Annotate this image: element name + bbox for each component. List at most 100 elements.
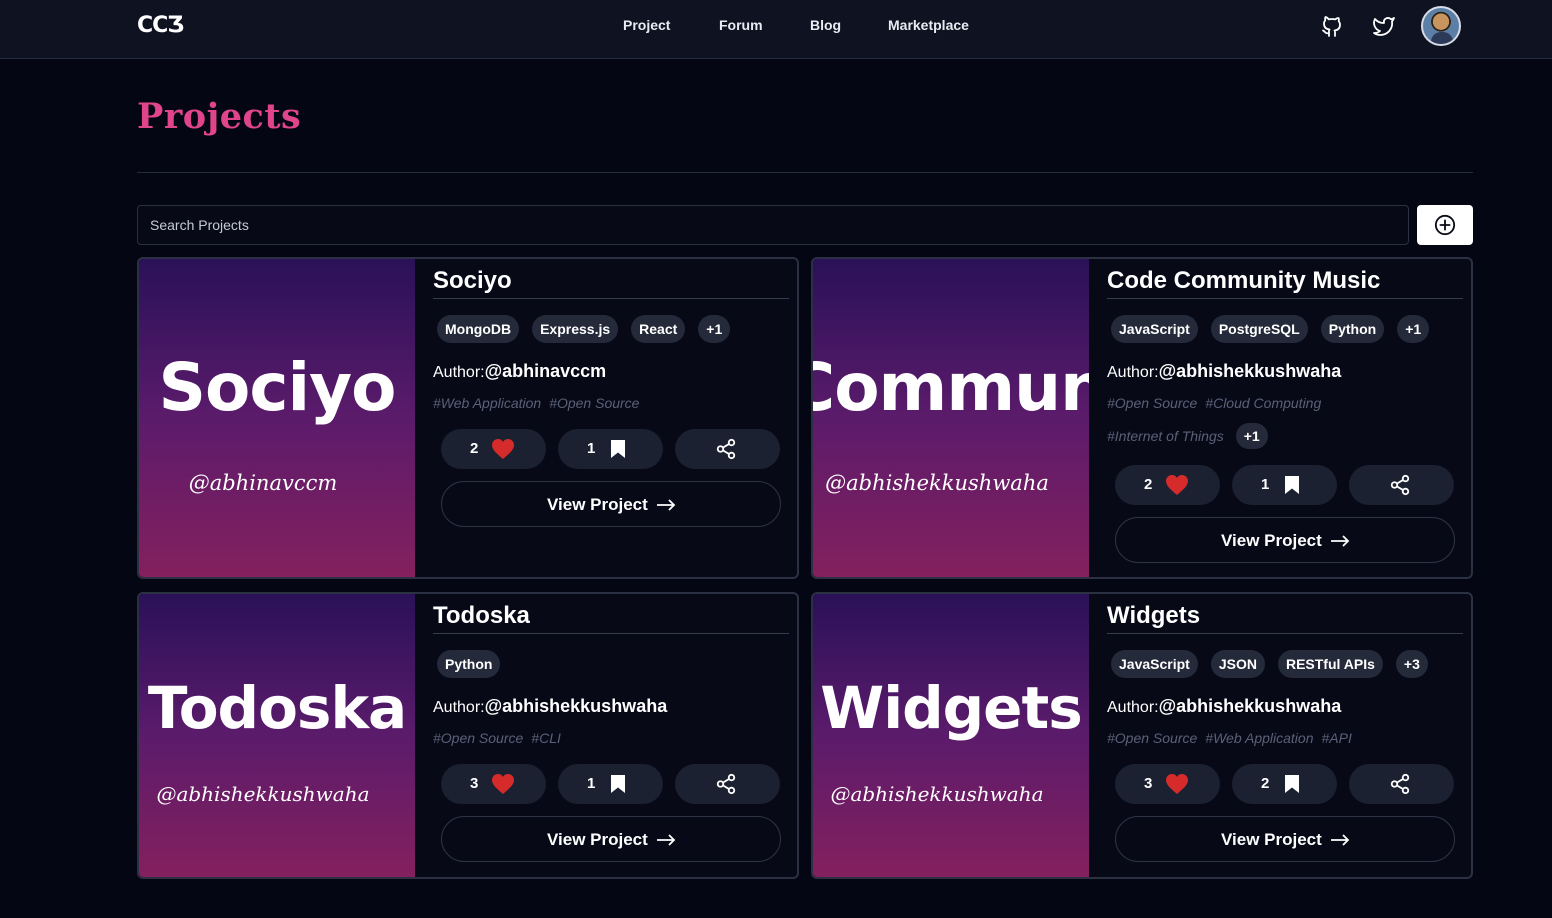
- bookmark-count: 2: [1261, 775, 1270, 792]
- tech-tag[interactable]: React: [631, 315, 686, 343]
- bookmark-count: 1: [1261, 476, 1270, 493]
- project-thumbnail[interactable]: Sociyo @abhinavccm: [139, 259, 415, 577]
- user-avatar[interactable]: [1421, 6, 1461, 46]
- project-info: Sociyo MongoDB Express.js React +1 Author:@…: [433, 259, 789, 577]
- like-count: 2: [1144, 476, 1153, 493]
- like-button[interactable]: 3: [1115, 764, 1220, 804]
- author-line: Author:@abhishekkushwaha: [1107, 696, 1341, 717]
- bookmark-count: 1: [587, 440, 596, 457]
- thumbnail-handle: @abhishekkushwaha: [156, 782, 370, 806]
- hashtag[interactable]: #Open Source: [1107, 395, 1197, 411]
- more-tags-badge[interactable]: +3: [1395, 650, 1428, 678]
- tech-tag[interactable]: Express.js: [532, 315, 619, 343]
- twitter-icon[interactable]: [1372, 14, 1396, 38]
- thumbnail-title: Code Community Music: [813, 349, 1089, 426]
- tech-tag[interactable]: JavaScript: [1111, 315, 1198, 343]
- more-tags-badge[interactable]: +1: [1397, 315, 1430, 343]
- author-handle[interactable]: @abhinavccm: [485, 361, 607, 381]
- hashtag[interactable]: #Open Source: [549, 395, 639, 411]
- tech-tag[interactable]: PostgreSQL: [1210, 315, 1308, 343]
- like-button[interactable]: 2: [441, 429, 546, 469]
- arrow-right-icon: [657, 499, 676, 511]
- view-project-button[interactable]: View Project: [1115, 517, 1455, 563]
- project-thumbnail[interactable]: Code Community Music @abhishekkushwaha: [813, 259, 1089, 577]
- author-line: Author:@abhinavccm: [433, 361, 606, 382]
- hashtag[interactable]: #Open Source: [1107, 730, 1197, 746]
- tech-tag[interactable]: Python: [1320, 315, 1385, 343]
- hashtag[interactable]: #Cloud Computing: [1205, 395, 1321, 411]
- author-label: Author:: [1107, 364, 1159, 381]
- hashtag[interactable]: #Internet of Things: [1107, 428, 1224, 444]
- view-project-button[interactable]: View Project: [441, 481, 781, 527]
- arrow-right-icon: [657, 834, 676, 846]
- share-button[interactable]: [1349, 764, 1454, 804]
- bookmark-icon: [1285, 775, 1299, 793]
- hashtag[interactable]: #Open Source: [433, 730, 523, 746]
- hashtags: #Open Source #CLI: [433, 730, 569, 746]
- arrow-right-icon: [1331, 834, 1350, 846]
- view-project-label: View Project: [1221, 531, 1322, 550]
- view-project-label: View Project: [547, 495, 648, 514]
- project-thumbnail[interactable]: Widgets @abhishekkushwaha: [813, 594, 1089, 877]
- thumbnail-title: Widgets: [820, 674, 1082, 742]
- tech-tags: MongoDB Express.js React +1: [437, 315, 743, 345]
- like-count: 3: [1144, 775, 1153, 792]
- tech-tag[interactable]: JavaScript: [1111, 650, 1198, 678]
- hashtag[interactable]: #Web Application: [1205, 730, 1313, 746]
- share-button[interactable]: [675, 764, 780, 804]
- bookmark-button[interactable]: 1: [558, 764, 663, 804]
- project-info: Widgets JavaScript JSON RESTful APIs +3 Aut…: [1107, 594, 1463, 877]
- thumbnail-handle: @abhishekkushwaha: [825, 471, 1049, 495]
- tech-tag[interactable]: JSON: [1210, 650, 1265, 678]
- project-title[interactable]: Todoska: [433, 602, 789, 634]
- tech-tag[interactable]: MongoDB: [437, 315, 520, 343]
- action-bar: 2 1: [441, 429, 781, 469]
- nav-link-project[interactable]: Project: [623, 17, 670, 33]
- project-title[interactable]: Widgets: [1107, 602, 1463, 634]
- author-handle[interactable]: @abhishekkushwaha: [1159, 361, 1342, 381]
- project-title[interactable]: Code Community Music: [1107, 267, 1463, 299]
- nav-link-marketplace[interactable]: Marketplace: [888, 17, 969, 33]
- share-button[interactable]: [1349, 465, 1454, 505]
- project-thumbnail[interactable]: Todoska @abhishekkushwaha: [139, 594, 415, 877]
- bookmark-button[interactable]: 1: [1232, 465, 1337, 505]
- page-title: Projects: [137, 96, 302, 137]
- author-label: Author:: [433, 699, 485, 716]
- tech-tag[interactable]: RESTful APIs: [1277, 650, 1383, 678]
- hashtags: #Open Source #Cloud Computing: [1107, 395, 1329, 411]
- hashtags: #Web Application #Open Source: [433, 395, 647, 411]
- more-hashtags-badge[interactable]: +1: [1235, 423, 1268, 449]
- view-project-label: View Project: [547, 830, 648, 849]
- like-button[interactable]: 2: [1115, 465, 1220, 505]
- hashtag[interactable]: #CLI: [531, 730, 561, 746]
- bookmark-button[interactable]: 2: [1232, 764, 1337, 804]
- more-tags-badge[interactable]: +1: [698, 315, 731, 343]
- hashtags: #Open Source #Web Application #API: [1107, 730, 1360, 746]
- action-bar: 2 1: [1115, 465, 1455, 505]
- like-button[interactable]: 3: [441, 764, 546, 804]
- thumbnail-title: Todoska: [147, 674, 407, 742]
- author-handle[interactable]: @abhishekkushwaha: [1159, 696, 1342, 716]
- share-icon: [716, 773, 736, 795]
- heart-icon: [1166, 774, 1188, 794]
- view-project-button[interactable]: View Project: [441, 816, 781, 862]
- nav-link-forum[interactable]: Forum: [719, 17, 763, 33]
- author-handle[interactable]: @abhishekkushwaha: [485, 696, 668, 716]
- bookmark-button[interactable]: 1: [558, 429, 663, 469]
- tech-tags: JavaScript JSON RESTful APIs +3: [1111, 650, 1441, 680]
- github-icon[interactable]: [1320, 14, 1344, 38]
- project-card: Sociyo @abhinavccm Sociyo MongoDB Express…: [137, 257, 799, 579]
- project-title[interactable]: Sociyo: [433, 267, 789, 299]
- tech-tag[interactable]: Python: [437, 650, 501, 678]
- heart-icon: [492, 774, 514, 794]
- thumbnail-handle: @abhishekkushwaha: [830, 782, 1044, 806]
- hashtag[interactable]: #API: [1321, 730, 1351, 746]
- add-project-button[interactable]: [1417, 205, 1473, 245]
- view-project-button[interactable]: View Project: [1115, 816, 1455, 862]
- search-input[interactable]: [137, 205, 1409, 245]
- hashtag[interactable]: #Web Application: [433, 395, 541, 411]
- share-button[interactable]: [675, 429, 780, 469]
- top-navbar: CCƷ Project Forum Blog Marketplace: [0, 0, 1552, 59]
- nav-link-blog[interactable]: Blog: [810, 17, 841, 33]
- like-count: 3: [470, 775, 479, 792]
